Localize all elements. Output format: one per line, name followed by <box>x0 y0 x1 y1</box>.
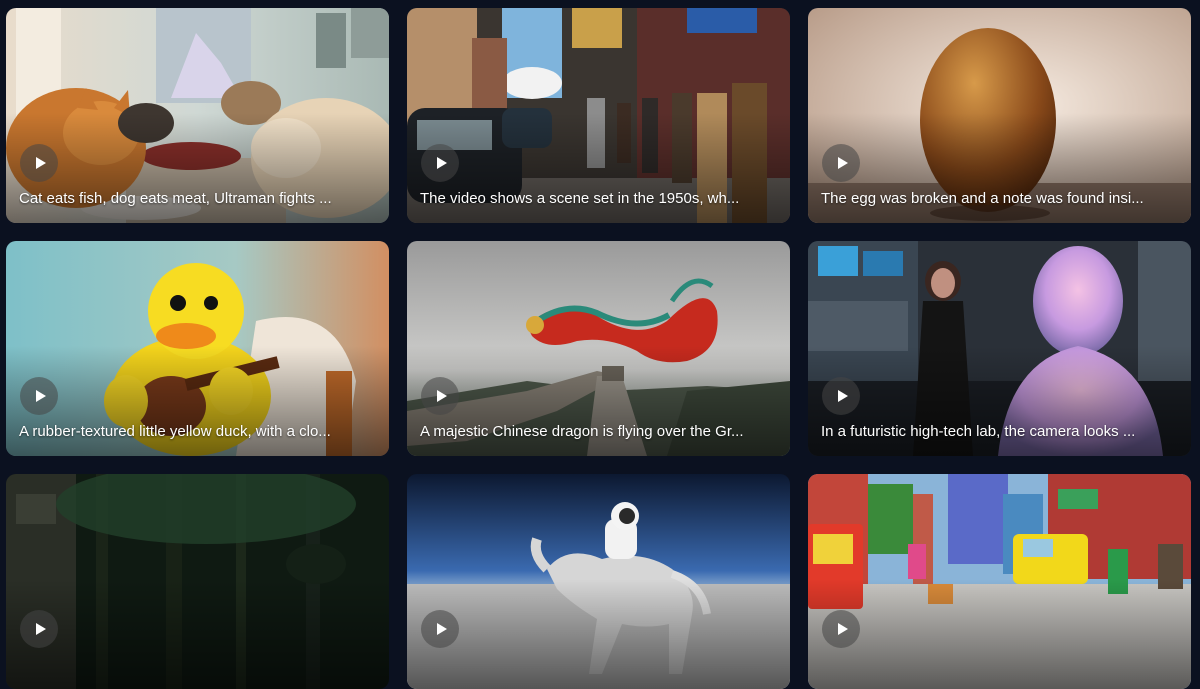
video-caption: In a futuristic high-tech lab, the camer… <box>821 423 1136 440</box>
video-card[interactable]: The egg was broken and a note was found … <box>808 8 1191 223</box>
video-card[interactable] <box>6 474 389 689</box>
play-icon[interactable] <box>20 610 58 648</box>
caption-gradient <box>808 579 1191 689</box>
video-card[interactable] <box>808 474 1191 689</box>
play-icon[interactable] <box>421 610 459 648</box>
play-icon[interactable] <box>822 610 860 648</box>
caption-gradient <box>6 579 389 689</box>
video-caption: A majestic Chinese dragon is flying over… <box>420 423 744 440</box>
play-icon[interactable] <box>822 377 860 415</box>
video-gallery: Cat eats fish, dog eats meat, Ultraman f… <box>6 8 1191 689</box>
video-caption: The egg was broken and a note was found … <box>821 190 1144 207</box>
play-icon[interactable] <box>822 144 860 182</box>
video-caption: A rubber-textured little yellow duck, wi… <box>19 423 331 440</box>
video-card[interactable] <box>407 474 790 689</box>
video-card[interactable]: A rubber-textured little yellow duck, wi… <box>6 241 389 456</box>
video-caption: Cat eats fish, dog eats meat, Ultraman f… <box>19 190 332 207</box>
caption-gradient <box>407 579 790 689</box>
video-caption: The video shows a scene set in the 1950s… <box>420 190 740 207</box>
video-card[interactable]: The video shows a scene set in the 1950s… <box>407 8 790 223</box>
play-icon[interactable] <box>20 144 58 182</box>
play-icon[interactable] <box>20 377 58 415</box>
play-icon[interactable] <box>421 144 459 182</box>
video-card[interactable]: A majestic Chinese dragon is flying over… <box>407 241 790 456</box>
video-card[interactable]: In a futuristic high-tech lab, the camer… <box>808 241 1191 456</box>
play-icon[interactable] <box>421 377 459 415</box>
video-card[interactable]: Cat eats fish, dog eats meat, Ultraman f… <box>6 8 389 223</box>
